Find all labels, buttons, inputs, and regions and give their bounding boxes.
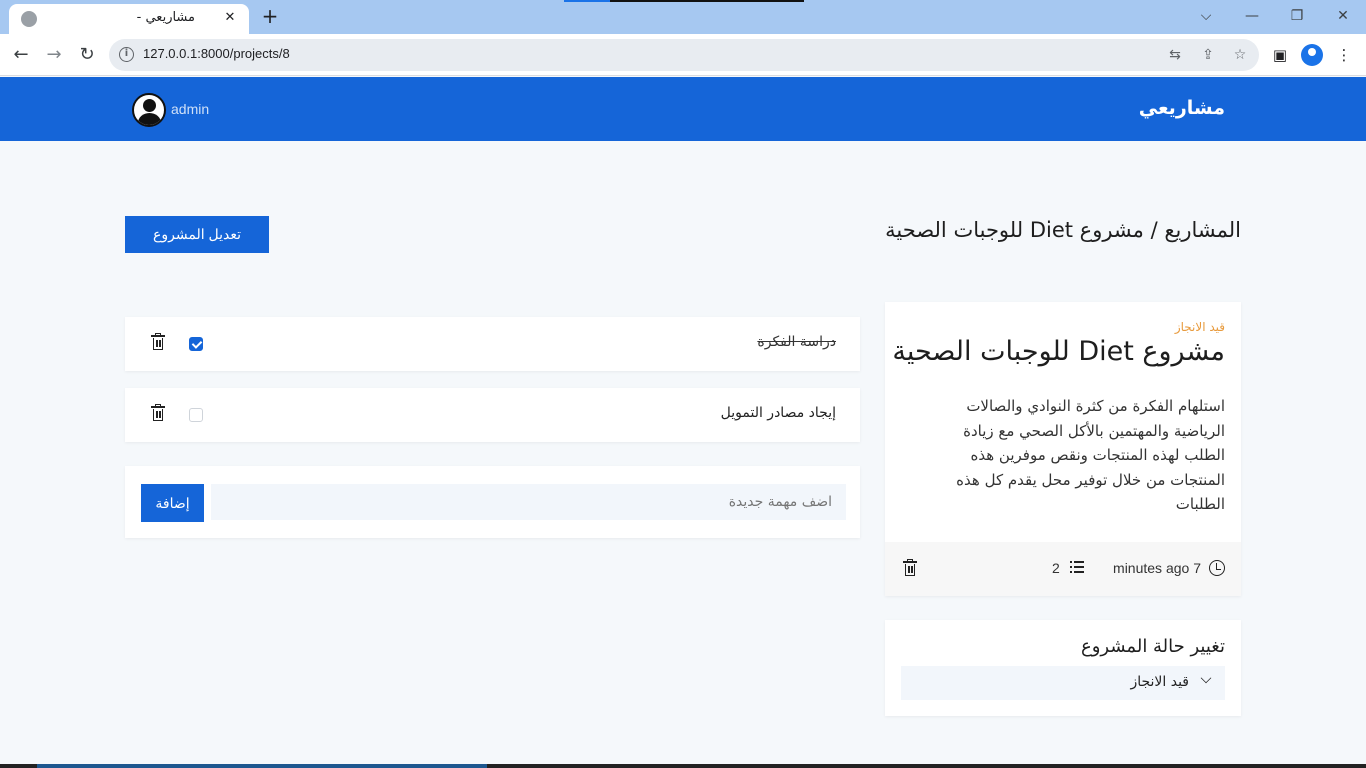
globe-icon [21, 11, 37, 27]
tab-close-icon[interactable]: ✕ [221, 9, 239, 27]
browser-tab-strip: مشاريعي - ✕ + ⌵ — ❐ ✕ [0, 0, 1366, 34]
back-arrow-icon[interactable]: ← [8, 42, 34, 68]
user-avatar-icon[interactable] [132, 93, 166, 127]
project-time: 7 minutes ago [1113, 560, 1201, 576]
task-text: دراسة الفكرة [757, 334, 836, 350]
delete-task-trash-icon[interactable] [151, 333, 165, 350]
task-count: 2 [1052, 560, 1060, 576]
browser-toolbar: ← → ↻ i 127.0.0.1:8000/projects/8 ⇆ ⇪ ☆ … [0, 34, 1366, 76]
reload-icon[interactable]: ↻ [74, 42, 100, 68]
address-bar[interactable]: i 127.0.0.1:8000/projects/8 ⇆ ⇪ ☆ [109, 39, 1259, 71]
delete-project-trash-icon[interactable] [903, 559, 917, 576]
breadcrumb: المشاريع / مشروع Diet للوجبات الصحية [885, 218, 1241, 242]
edit-project-button[interactable]: تعديل المشروع [125, 216, 269, 253]
clock-icon [1209, 560, 1225, 576]
status-change-heading: تغيير حالة المشروع [1081, 636, 1225, 657]
status-select[interactable]: قيد الانجاز [901, 666, 1225, 700]
share-icon[interactable]: ⇪ [1199, 46, 1217, 64]
add-task-card: إضافة [125, 466, 860, 538]
delete-task-trash-icon[interactable] [151, 404, 165, 421]
task-list-icon [1070, 561, 1084, 573]
status-badge: قيد الانجاز [1174, 320, 1225, 334]
restore-button[interactable]: ❐ [1283, 6, 1311, 26]
task-item: دراسة الفكرة [125, 317, 860, 371]
project-card-footer: 7 minutes ago 2 [885, 542, 1241, 596]
task-checkbox[interactable] [189, 337, 203, 351]
tab-loading-indicator [564, 0, 804, 2]
project-description: استلهام الفكرة من كثرة النوادي والصالات … [956, 397, 1225, 513]
browser-tab[interactable]: مشاريعي - ✕ [9, 4, 249, 34]
tab-title: مشاريعي - [136, 10, 195, 25]
new-tab-button[interactable]: + [258, 5, 282, 29]
username[interactable]: admin [171, 101, 209, 117]
url-text[interactable]: 127.0.0.1:8000/projects/8 [143, 46, 290, 61]
minimize-button[interactable]: — [1238, 6, 1266, 26]
taskbar-edge [0, 764, 1366, 768]
side-panel-icon[interactable]: ▣ [1269, 44, 1291, 66]
status-change-card: تغيير حالة المشروع قيد الانجاز [885, 620, 1241, 716]
project-card: قيد الانجاز مشروع Diet للوجبات الصحية اس… [885, 302, 1241, 596]
new-task-input[interactable] [211, 484, 846, 520]
task-item: إيجاد مصادر التمويل [125, 388, 860, 442]
tab-search-icon[interactable]: ⌵ [1192, 6, 1220, 26]
project-title: مشروع Diet للوجبات الصحية [892, 336, 1225, 367]
profile-avatar-icon[interactable] [1301, 44, 1323, 66]
translate-icon[interactable]: ⇆ [1166, 46, 1184, 64]
status-selected-value[interactable]: قيد الانجاز [1130, 674, 1189, 690]
chevron-down-icon[interactable] [1200, 672, 1212, 684]
menu-kebab-icon[interactable]: ⋮ [1333, 44, 1355, 66]
add-task-button[interactable]: إضافة [141, 484, 204, 522]
close-window-button[interactable]: ✕ [1329, 6, 1357, 26]
task-text: إيجاد مصادر التمويل [720, 405, 836, 421]
bookmark-star-icon[interactable]: ☆ [1231, 46, 1249, 64]
app-navbar: مشاريعي admin [0, 77, 1366, 141]
brand-link[interactable]: مشاريعي [1139, 97, 1225, 119]
task-checkbox[interactable] [189, 408, 203, 422]
forward-arrow-icon[interactable]: → [41, 42, 67, 68]
site-info-icon[interactable]: i [119, 47, 134, 62]
